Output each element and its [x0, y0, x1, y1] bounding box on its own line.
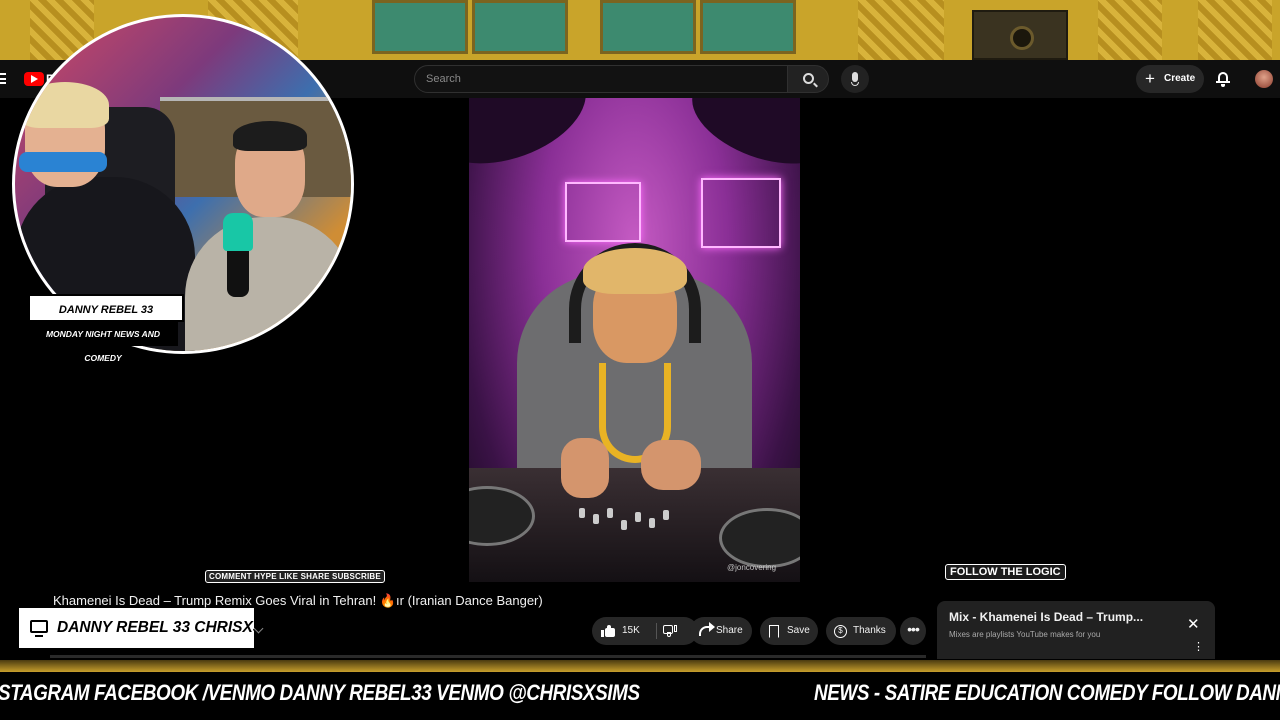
dj-hand: [641, 440, 701, 490]
mix-subtitle: Mixes are playlists YouTube makes for yo…: [949, 630, 1101, 639]
thumbs-down-icon[interactable]: [663, 625, 677, 637]
turntable-left: [469, 486, 535, 546]
mix-playlist-panel[interactable]: Mix - Khamenei Is Dead – Trump... Mixes …: [937, 601, 1215, 659]
search-icon: [803, 73, 814, 84]
thanks-button[interactable]: $ Thanks: [826, 617, 896, 645]
account-avatar[interactable]: [1255, 70, 1273, 88]
wall-window: [372, 0, 468, 54]
menu-icon[interactable]: [0, 73, 6, 84]
search-button[interactable]: [787, 65, 829, 93]
save-label: Save: [787, 625, 810, 636]
kebab-menu-icon[interactable]: ⋮: [1193, 642, 1204, 653]
create-button[interactable]: + Create: [1136, 65, 1204, 93]
create-label: Create: [1164, 73, 1196, 84]
mixer-knob: [635, 512, 641, 522]
palm-tree-silhouette: [469, 98, 600, 183]
video-player[interactable]: @joncovering: [469, 98, 800, 582]
stream-stage: P Search +Create @joncovering: [0, 0, 1280, 720]
share-button[interactable]: Share: [690, 617, 752, 645]
like-dislike-button[interactable]: 15K: [592, 617, 698, 645]
dj-hair: [583, 248, 687, 294]
like-count: 15K: [622, 625, 640, 636]
neon-grid: [701, 178, 781, 248]
mix-title[interactable]: Mix - Khamenei Is Dead – Trump...: [949, 610, 1143, 624]
microphone-stand: [851, 82, 859, 86]
wall-panel: [1098, 0, 1162, 60]
turntable-right: [719, 508, 800, 568]
thumbs-up-icon[interactable]: [601, 625, 615, 637]
wall-window: [600, 0, 696, 54]
speaker: [972, 10, 1068, 60]
microphone-icon: [852, 72, 858, 82]
search-input[interactable]: Search: [414, 65, 788, 93]
host-left-hair: [21, 82, 109, 128]
video-watermark: @joncovering: [727, 563, 777, 572]
ticker-text: NEWS - SATIRE EDUCATION COMEDY FOLLOW DA…: [814, 680, 1280, 705]
cam-show-label: MONDAY NIGHT NEWS AND COMEDY: [28, 322, 178, 363]
mixer-knob: [663, 510, 669, 520]
ticker-text: STAGRAM FACEBOOK /VENMO DANNY REBEL33 VE…: [0, 680, 640, 705]
hype-label: COMMENT HYPE LIKE SHARE SUBSCRIBE: [205, 570, 385, 583]
follow-label: FOLLOW THE LOGIC: [945, 564, 1066, 580]
host-right-body: [185, 217, 351, 351]
dollar-heart-icon: $: [834, 625, 847, 638]
channel-badge: DANNY REBEL 33 CHRISXSIMS: [19, 608, 291, 648]
thanks-label: Thanks: [853, 625, 886, 636]
news-ticker: STAGRAM FACEBOOK /VENMO DANNY REBEL33 VE…: [0, 672, 1280, 720]
youtube-logo-icon[interactable]: [24, 72, 44, 86]
studio-microphone: [223, 213, 253, 251]
palm-tree-silhouette: [679, 98, 800, 182]
mixer-knob: [621, 520, 627, 530]
host-left-sunglasses: [19, 152, 107, 172]
speaker-cone: [1010, 26, 1034, 50]
divider: [656, 623, 657, 639]
notifications-bell-icon[interactable]: [1216, 71, 1230, 87]
share-icon: [699, 622, 715, 636]
mixer-knob: [593, 514, 599, 524]
wall-panel: [1198, 0, 1272, 60]
cam-name-label: DANNY REBEL 33 CHRISXSIMS: [28, 294, 184, 344]
voice-search-button[interactable]: [841, 65, 869, 93]
save-button[interactable]: Save: [760, 617, 818, 645]
mixer-knob: [649, 518, 655, 528]
mixer-knob: [607, 508, 613, 518]
more-actions-button[interactable]: •••: [900, 617, 926, 645]
ticker-border: [0, 660, 1280, 672]
bookmark-icon: [769, 625, 779, 638]
dj-hand: [561, 438, 609, 498]
content-divider: [50, 655, 926, 658]
mixer-knob: [579, 508, 585, 518]
wall-window: [700, 0, 796, 54]
plus-icon: +: [1145, 69, 1155, 88]
video-title: Khamenei Is Dead – Trump Remix Goes Vira…: [53, 593, 543, 608]
share-label: Share: [716, 625, 743, 636]
monitor-icon: [30, 620, 48, 637]
neon-grid: [565, 182, 641, 242]
wall-window: [472, 0, 568, 54]
wall-panel: [858, 0, 944, 60]
close-icon[interactable]: ✕: [1187, 615, 1200, 633]
host-right-hair: [233, 121, 307, 151]
